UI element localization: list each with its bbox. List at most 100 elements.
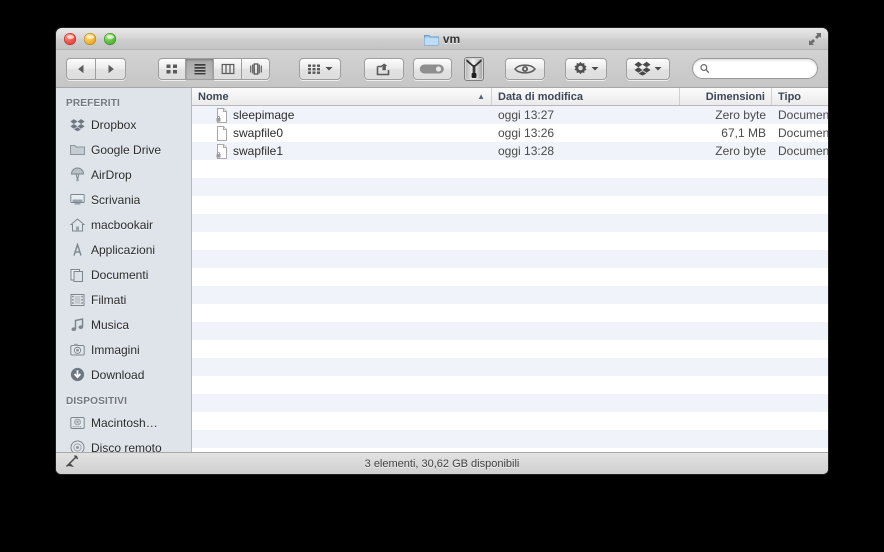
sidebar-item-label: Macintosh… bbox=[91, 415, 158, 430]
sidebar-item-documenti[interactable]: Documenti bbox=[56, 262, 191, 287]
sidebar-item-label: Immagini bbox=[91, 342, 140, 357]
file-size-cell: Zero byte bbox=[715, 108, 766, 122]
table-row[interactable]: swapfile1 oggi 13:28 Zero byte Documento bbox=[192, 142, 828, 160]
sidebar-item-filmati[interactable]: Filmati bbox=[56, 287, 191, 312]
table-row[interactable]: swapfile0 oggi 13:26 67,1 MB Documento bbox=[192, 124, 828, 142]
file-name-cell: swapfile0 bbox=[192, 125, 492, 141]
forward-arrow-icon bbox=[108, 64, 114, 73]
search-input[interactable] bbox=[713, 62, 810, 75]
sidebar-item-disco-remoto[interactable]: Disco remoto bbox=[56, 435, 191, 452]
sidebar-item-label: Musica bbox=[91, 317, 130, 332]
empty-row bbox=[192, 322, 828, 340]
file-name: sleepimage bbox=[233, 108, 295, 122]
arrange-button[interactable] bbox=[298, 57, 341, 80]
back-button[interactable] bbox=[66, 57, 96, 80]
search-icon bbox=[700, 64, 710, 74]
forward-button[interactable] bbox=[96, 57, 126, 80]
file-size-cell: Zero byte bbox=[715, 144, 766, 158]
document-icon bbox=[217, 125, 227, 141]
arrange-grid-icon bbox=[307, 64, 320, 74]
table-row[interactable]: sleepimage oggi 13:27 Zero byte Document… bbox=[192, 106, 828, 124]
sidebar-item-label: macbookair bbox=[91, 217, 154, 232]
file-size-cell: 67,1 MB bbox=[721, 126, 766, 140]
column-header-data-di-modifica[interactable]: Data di modifica bbox=[492, 88, 680, 105]
file-date-cell: oggi 13:27 bbox=[498, 108, 555, 122]
file-rows: sleepimage oggi 13:27 Zero byte Document… bbox=[192, 106, 828, 452]
sidebar-item-applicazioni[interactable]: Applicazioni bbox=[56, 237, 191, 262]
sidebar-item-label: Scrivania bbox=[91, 192, 141, 207]
finder-window: vm PREFERITI Dropbox Google Drive AirDro… bbox=[56, 28, 828, 474]
dropbox-icon bbox=[634, 61, 651, 76]
file-name: swapfile0 bbox=[233, 126, 284, 140]
sidebar-item-airdrop[interactable]: AirDrop bbox=[56, 162, 191, 187]
column-header-nome[interactable]: Nome ▲ bbox=[192, 88, 492, 105]
home-icon bbox=[69, 217, 85, 233]
search-field[interactable] bbox=[691, 58, 818, 79]
sidebar-item-label: Download bbox=[91, 367, 145, 382]
eye-icon bbox=[514, 63, 537, 74]
status-text: 3 elementi, 30,62 GB disponibili bbox=[364, 457, 520, 470]
empty-row bbox=[192, 430, 828, 448]
chevron-down-icon bbox=[325, 67, 333, 71]
sidebar-item-immagini[interactable]: Immagini bbox=[56, 337, 191, 362]
file-date-cell: oggi 13:26 bbox=[498, 126, 555, 140]
zipper-icon[interactable] bbox=[461, 56, 488, 82]
sidebar-item-scrivania[interactable]: Scrivania bbox=[56, 187, 191, 212]
sidebar-item-label: Disco remoto bbox=[91, 440, 162, 453]
status-bar: 3 elementi, 30,62 GB disponibili bbox=[56, 452, 828, 474]
empty-row bbox=[192, 178, 828, 196]
back-arrow-icon bbox=[77, 64, 83, 73]
share-button[interactable] bbox=[364, 57, 404, 80]
dropbox-icon bbox=[69, 117, 85, 133]
coverflow-view-button[interactable] bbox=[242, 57, 271, 80]
view-mode-buttons bbox=[158, 57, 271, 80]
empty-row bbox=[192, 358, 828, 376]
file-type-cell: Documento bbox=[778, 126, 828, 140]
file-type-cell: Documento bbox=[778, 108, 828, 122]
empty-row bbox=[192, 412, 828, 430]
quill-pen-icon[interactable] bbox=[65, 454, 79, 473]
document-locked-icon bbox=[216, 107, 227, 123]
column-header-tipo[interactable]: Tipo bbox=[772, 88, 828, 105]
desktop-icon bbox=[69, 192, 85, 208]
file-date-cell: oggi 13:28 bbox=[498, 144, 555, 158]
sidebar-item-musica[interactable]: Musica bbox=[56, 312, 191, 337]
optical-disc-icon bbox=[69, 440, 85, 452]
grid-icon bbox=[166, 64, 178, 73]
sidebar-item-download[interactable]: Download bbox=[56, 362, 191, 387]
share-icon bbox=[376, 63, 390, 75]
list-view-button[interactable] bbox=[186, 57, 215, 80]
window-body: PREFERITI Dropbox Google Drive AirDrop S… bbox=[56, 88, 828, 452]
columns-icon bbox=[221, 63, 235, 74]
sidebar-item-label: Documenti bbox=[91, 267, 149, 282]
column-header-label: Tipo bbox=[778, 90, 802, 103]
empty-row bbox=[192, 394, 828, 412]
file-name-cell: swapfile1 bbox=[192, 143, 492, 159]
sidebar-item-macintosh-hd[interactable]: Macintosh… bbox=[56, 410, 191, 435]
sidebar-item-label: Filmati bbox=[91, 292, 127, 307]
sidebar-item-macbookair[interactable]: macbookair bbox=[56, 212, 191, 237]
sidebar-item-dropbox[interactable]: Dropbox bbox=[56, 112, 191, 137]
column-headers: Nome ▲ Data di modifica Dimensioni Tipo bbox=[192, 88, 828, 106]
folder-icon bbox=[423, 34, 439, 45]
action-button[interactable] bbox=[564, 57, 607, 80]
sidebar-item-google-drive[interactable]: Google Drive bbox=[56, 137, 191, 162]
title-bar[interactable]: vm bbox=[56, 28, 828, 50]
column-header-dimensioni[interactable]: Dimensioni bbox=[680, 88, 772, 105]
camera-icon bbox=[69, 342, 85, 358]
file-list: Nome ▲ Data di modifica Dimensioni Tipo bbox=[192, 88, 828, 452]
column-view-button[interactable] bbox=[214, 57, 243, 80]
empty-row bbox=[192, 268, 828, 286]
dropbox-button[interactable] bbox=[626, 57, 671, 80]
icon-view-button[interactable] bbox=[158, 57, 187, 80]
fullscreen-arrows-icon[interactable] bbox=[808, 32, 822, 46]
tags-button[interactable] bbox=[412, 57, 452, 80]
column-header-label: Data di modifica bbox=[498, 90, 583, 103]
tags-pill-icon bbox=[419, 64, 444, 73]
quicklook-button[interactable] bbox=[505, 57, 545, 80]
empty-row bbox=[192, 340, 828, 358]
applications-icon bbox=[69, 242, 85, 258]
column-header-label: Nome bbox=[198, 90, 229, 103]
movies-icon bbox=[69, 292, 85, 308]
empty-row bbox=[192, 304, 828, 322]
